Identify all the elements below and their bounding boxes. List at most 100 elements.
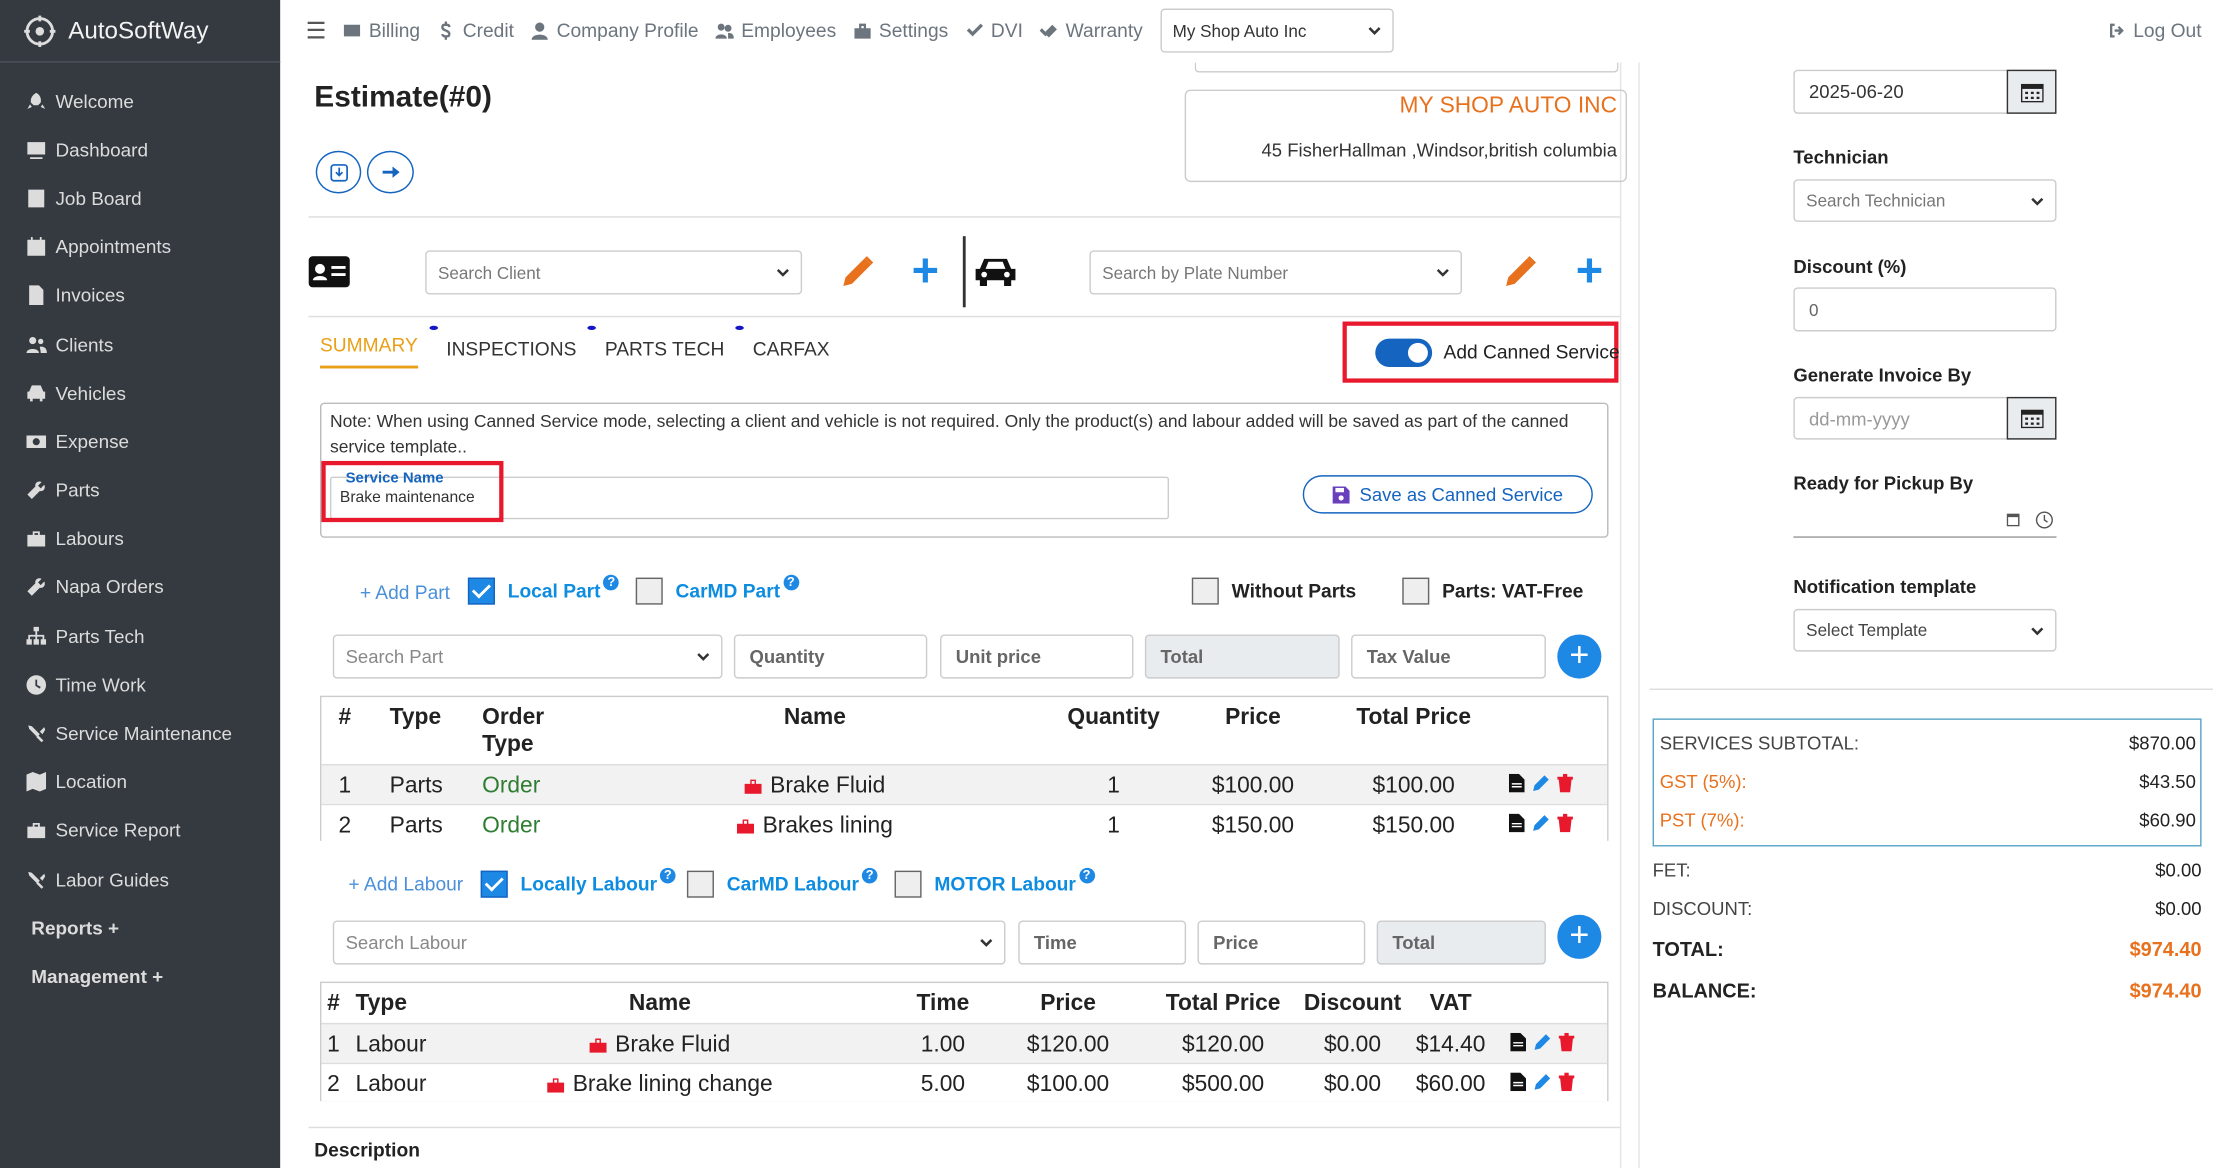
add-labour-button[interactable]: + <box>1557 914 1602 959</box>
nav-billing[interactable]: Billing <box>343 20 420 41</box>
edit-icon[interactable] <box>1533 1033 1551 1051</box>
save-canned-button[interactable]: Save as Canned Service <box>1302 475 1593 514</box>
canned-toggle[interactable] <box>1375 338 1433 368</box>
clock-icon[interactable] <box>2035 511 2053 529</box>
unit-price-input[interactable]: Unit price <box>940 634 1134 679</box>
hamburger-icon[interactable]: ☰ <box>306 16 326 44</box>
nav-label: Warranty <box>1065 19 1143 42</box>
document-icon[interactable] <box>1510 1071 1527 1091</box>
tax-value-input[interactable]: Tax Value <box>1351 634 1546 679</box>
labour-price-input[interactable]: Price <box>1197 920 1366 965</box>
sidebar-item-location[interactable]: Location <box>0 758 280 807</box>
technician-select[interactable]: Search Technician <box>1793 179 2057 222</box>
part-total-input: Total <box>1144 634 1340 679</box>
toggle-knob <box>1407 342 1428 363</box>
logout-link[interactable]: Log Out <box>2108 20 2202 41</box>
tab-inspections[interactable]: INSPECTIONS <box>429 325 576 369</box>
carmd-labour-checkbox[interactable] <box>686 870 714 898</box>
chevron-down-icon <box>776 268 789 277</box>
sidebar-item-reports[interactable]: Reports + <box>0 904 280 953</box>
nav-employees[interactable]: Employees <box>715 20 836 41</box>
pst-label: PST (7%): <box>1659 809 1745 831</box>
sidebar-item-napa-orders[interactable]: Napa Orders <box>0 563 280 612</box>
calendar-button[interactable] <box>2006 396 2057 440</box>
sidebar-item-expense[interactable]: Expense <box>0 417 280 466</box>
shop-select[interactable]: My Shop Auto Inc <box>1159 8 1394 53</box>
add-part-link[interactable]: + Add Part <box>360 582 450 603</box>
tab-parts-tech[interactable]: PARTS TECH <box>587 325 724 369</box>
nav-dvi[interactable]: DVI <box>965 20 1023 41</box>
sidebar-item-management[interactable]: Management + <box>0 952 280 1001</box>
trash-icon[interactable] <box>1557 773 1573 793</box>
trash-icon[interactable] <box>1558 1071 1575 1091</box>
add-part-button[interactable]: + <box>1557 634 1602 679</box>
fet-value: $0.00 <box>2155 859 2202 881</box>
sidebar-item-parts[interactable]: Parts <box>0 466 280 515</box>
document-icon[interactable] <box>1508 773 1525 793</box>
vat-free-checkbox[interactable] <box>1402 577 1430 605</box>
search-labour-placeholder: Search Labour <box>345 931 467 954</box>
nav-credit[interactable]: Credit <box>437 20 514 41</box>
carmd-part-checkbox[interactable] <box>635 577 663 605</box>
trash-icon[interactable] <box>1557 813 1573 832</box>
nav-warranty[interactable]: Warranty <box>1040 20 1143 41</box>
sidebar-item-time-work[interactable]: Time Work <box>0 660 280 709</box>
calendar-button[interactable] <box>2006 69 2057 114</box>
locally-labour-checkbox[interactable] <box>480 870 508 898</box>
sidebar-item-label: Welcome <box>55 90 134 112</box>
nav-settings[interactable]: Settings <box>853 20 948 41</box>
client-select[interactable]: Search Client <box>425 250 803 295</box>
plate-select[interactable]: Search by Plate Number <box>1089 250 1463 295</box>
sidebar-item-job-board[interactable]: Job Board <box>0 174 280 223</box>
search-part-select[interactable]: Search Part <box>332 634 723 679</box>
edit-icon[interactable] <box>1532 774 1550 792</box>
discount-input[interactable]: 0 <box>1793 287 2057 332</box>
motor-labour-checkbox[interactable] <box>894 870 922 898</box>
add-labour-link[interactable]: + Add Labour <box>348 874 463 895</box>
app-logo[interactable]: AutoSoftWay <box>0 0 281 63</box>
calendar-small-icon[interactable] <box>2006 513 2020 527</box>
without-parts-checkbox[interactable] <box>1191 577 1219 605</box>
tab-carfax[interactable]: CARFAX <box>735 325 830 369</box>
search-labour-select[interactable]: Search Labour <box>332 920 1006 965</box>
time-input[interactable]: Time <box>1018 920 1187 965</box>
add-client-icon[interactable]: + <box>912 246 939 293</box>
sidebar-item-labor-guides[interactable]: Labor Guides <box>0 855 280 904</box>
sidebar-item-appointments[interactable]: Appointments <box>0 223 280 272</box>
help-icon[interactable]: ? <box>861 867 878 884</box>
edit-client-icon[interactable] <box>839 253 876 290</box>
document-icon[interactable] <box>1508 813 1525 832</box>
notification-select[interactable]: Select Template <box>1793 608 2057 652</box>
edit-icon[interactable] <box>1533 1072 1551 1090</box>
sidebar-item-dashboard[interactable]: Dashboard <box>0 125 280 174</box>
quantity-input[interactable]: Quantity <box>733 634 928 679</box>
sidebar-item-vehicles[interactable]: Vehicles <box>0 369 280 418</box>
edit-icon[interactable] <box>1532 813 1550 831</box>
tab-summary[interactable]: SUMMARY <box>319 334 418 369</box>
sidebar-item-label: Dashboard <box>55 139 148 161</box>
pickup-datetime-input[interactable] <box>1793 506 2057 538</box>
sidebar-item-labours[interactable]: Labours <box>0 515 280 564</box>
sidebar-item-service-report[interactable]: Service Report <box>0 806 280 855</box>
divider <box>308 315 1620 318</box>
wrench-icon <box>27 578 45 597</box>
edit-vehicle-icon[interactable] <box>1502 253 1539 290</box>
sidebar-item-service-maintenance[interactable]: Service Maintenance <box>0 709 280 758</box>
sidebar-item-invoices[interactable]: Invoices <box>0 271 280 320</box>
next-button[interactable] <box>366 150 414 194</box>
download-button[interactable] <box>315 150 362 194</box>
help-icon[interactable]: ? <box>1078 867 1095 884</box>
trash-icon[interactable] <box>1558 1032 1575 1052</box>
help-icon[interactable]: ? <box>603 574 620 591</box>
pickup-label: Ready for Pickup By <box>1793 472 1974 494</box>
document-icon[interactable] <box>1510 1032 1527 1052</box>
local-part-checkbox[interactable] <box>467 577 495 605</box>
sidebar-item-welcome[interactable]: Welcome <box>0 77 280 126</box>
help-icon[interactable]: ? <box>659 867 676 884</box>
nav-company-profile[interactable]: Company Profile <box>531 20 699 41</box>
help-icon[interactable]: ? <box>782 574 799 591</box>
sidebar-item-parts-tech[interactable]: Parts Tech <box>0 612 280 661</box>
sidebar-item-clients[interactable]: Clients <box>0 320 280 369</box>
add-vehicle-icon[interactable]: + <box>1576 246 1603 293</box>
table-row: 2 Labour Brake lining change 5.00 $100.00 $50… <box>321 1062 1608 1102</box>
